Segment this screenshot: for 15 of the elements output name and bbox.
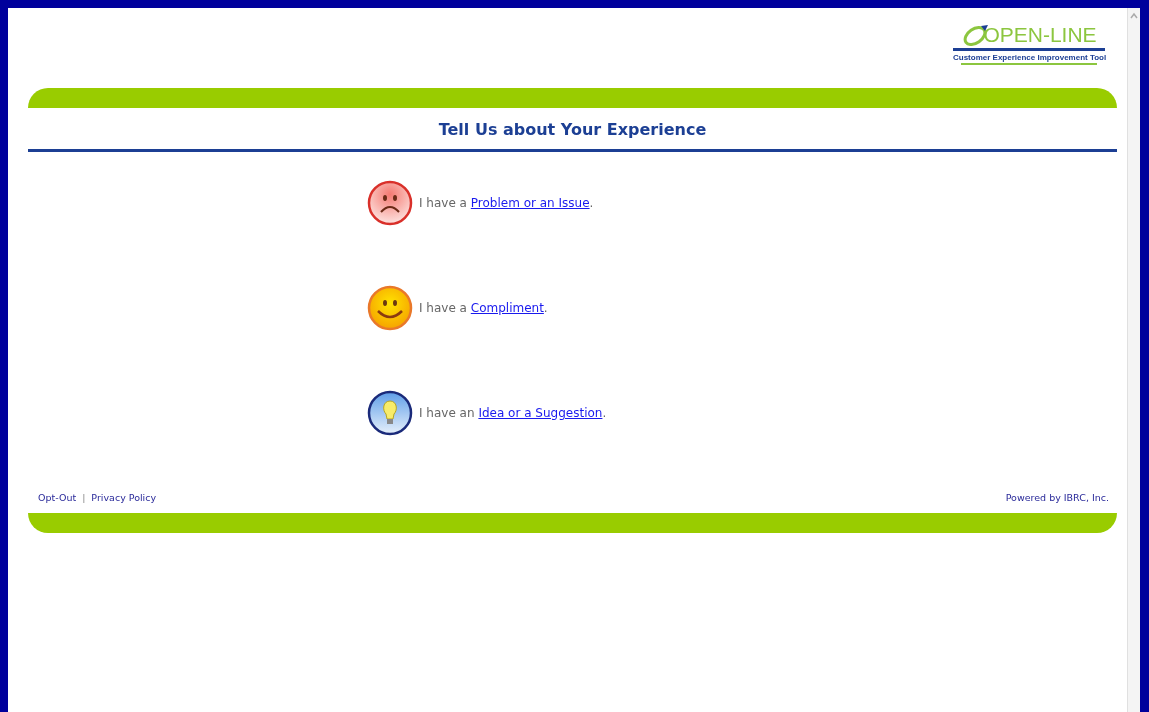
option-text: I have a Compliment.: [419, 301, 548, 315]
powered-by-text: Powered by IBRC, Inc.: [1005, 492, 1109, 503]
logo: OPEN-LINE Customer Experience Improvement Tool: [953, 8, 1105, 88]
sad-face-icon: [367, 180, 413, 226]
option-link[interactable]: Compliment: [470, 301, 544, 315]
page-title: Tell Us about Your Experience: [437, 119, 708, 141]
footer-link[interactable]: Privacy Policy: [91, 492, 157, 503]
separator: |: [82, 492, 86, 503]
footer-link[interactable]: Opt-Out: [38, 492, 77, 503]
scroll-up-icon[interactable]: [1129, 11, 1139, 21]
smiley-face-icon: [367, 285, 413, 331]
lightbulb-icon: [367, 390, 413, 436]
option-text: I have an Idea or a Suggestion.: [419, 406, 607, 420]
option-link[interactable]: Problem or an Issue: [470, 196, 590, 210]
option-text: I have a Problem or an Issue.: [419, 196, 594, 210]
